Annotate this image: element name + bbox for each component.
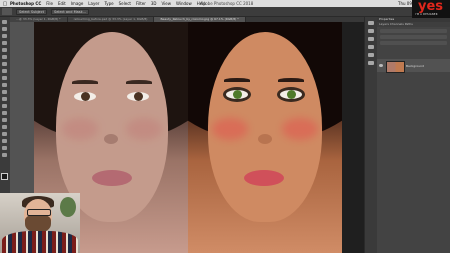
select-subject-button[interactable]: Select Subject [16,8,47,15]
eye [280,90,302,99]
cheek [126,118,162,140]
menu-filter[interactable]: Filter [136,1,146,6]
zoom-tool-icon[interactable] [2,153,7,157]
healing-brush-tool-icon[interactable] [2,62,7,66]
clone-stamp-tool-icon[interactable] [2,76,7,80]
gradient-tool-icon[interactable] [2,97,7,101]
menu-3d[interactable]: 3D [151,1,157,6]
menu-layer[interactable]: Layer [88,1,99,6]
eye [127,92,149,101]
lock-row[interactable] [380,41,447,45]
options-bar: Select Subject Select and Mask... [0,7,450,17]
pasteboard [342,22,364,253]
channel-logo: yes I'M A DESIGNER [412,0,450,18]
webcam-overlay [0,193,80,253]
menu-image[interactable]: Image [71,1,84,6]
eyebrow [224,78,250,82]
lips [244,170,284,186]
move-tool-icon[interactable] [2,20,7,24]
layers-panel-tabs[interactable]: Layers Channels Paths [377,22,450,27]
menu-edit[interactable]: Edit [58,1,66,6]
foreground-color-swatch[interactable] [1,173,8,180]
lips [92,170,132,186]
logo-text: yes [418,0,444,14]
window-title: Adobe Photoshop CC 2018 [200,1,254,6]
layers-panel-icon[interactable] [368,61,374,65]
eyebrow [278,78,304,82]
marquee-tool-icon[interactable] [2,27,7,31]
after-image [188,22,342,253]
presenter-sweater [2,231,78,253]
properties-panel: Properties Layers Channels Paths Backgro… [377,17,450,253]
tool-preset-icon[interactable] [2,8,12,15]
tools-panel [0,17,10,197]
quick-select-tool-icon[interactable] [2,41,7,45]
history-brush-tool-icon[interactable] [2,83,7,87]
menu-bar:  Photoshop CC File Edit Image Layer Typ… [0,0,450,7]
menu-window[interactable]: Window [176,1,192,6]
layer-row[interactable]: Background [377,59,450,73]
app-menu[interactable]: Photoshop CC [10,1,41,6]
hand-tool-icon[interactable] [2,146,7,150]
history-panel-icon[interactable] [368,21,374,25]
cheek [282,118,318,140]
cheek [212,118,248,140]
blend-mode-row[interactable] [380,35,447,39]
panel-icon-column [364,17,377,253]
crop-tool-icon[interactable] [2,48,7,52]
pen-tool-icon[interactable] [2,118,7,122]
character-panel-icon[interactable] [368,45,374,49]
nose [258,134,272,144]
blur-tool-icon[interactable] [2,104,7,108]
path-select-tool-icon[interactable] [2,132,7,136]
eyebrow [126,80,152,84]
shape-tool-icon[interactable] [2,139,7,143]
eraser-tool-icon[interactable] [2,90,7,94]
adjustments-panel-icon[interactable] [368,37,374,41]
menu-select[interactable]: Select [119,1,131,6]
properties-panel-icon[interactable] [368,29,374,33]
select-and-mask-button[interactable]: Select and Mask... [51,8,89,15]
layer-filter-row[interactable] [380,29,447,33]
nose [104,134,118,144]
eyebrow [72,80,98,84]
menu-type[interactable]: Type [104,1,113,6]
cheek [62,118,98,140]
layer-thumbnail [386,61,405,73]
menu-view[interactable]: View [162,1,172,6]
dodge-tool-icon[interactable] [2,111,7,115]
document-canvas[interactable] [34,22,342,253]
type-tool-icon[interactable] [2,125,7,129]
lasso-tool-icon[interactable] [2,34,7,38]
brush-tool-icon[interactable] [2,69,7,73]
eye [74,92,96,101]
layer-name: Background [406,64,424,68]
logo-subtitle: I'M A DESIGNER [415,13,438,16]
visibility-eye-icon[interactable] [379,64,383,67]
eyedropper-tool-icon[interactable] [2,55,7,59]
presenter-glasses [27,209,51,216]
eye [226,90,248,99]
menu-file[interactable]: File [46,1,53,6]
apple-icon[interactable]:  [0,1,10,7]
plant [60,197,76,217]
paragraph-panel-icon[interactable] [368,53,374,57]
